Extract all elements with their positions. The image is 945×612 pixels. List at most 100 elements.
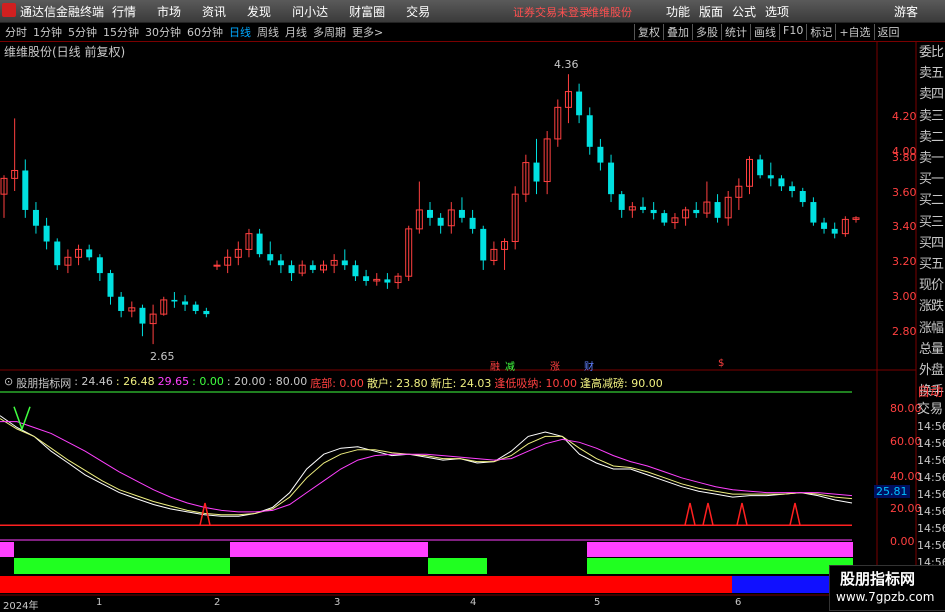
menu-function[interactable]: 功能 <box>666 3 690 20</box>
menu-ask[interactable]: 问小达 <box>292 3 328 20</box>
period-tab[interactable]: 周线 <box>254 24 282 40</box>
menu-options[interactable]: 选项 <box>765 3 789 20</box>
period-tab[interactable]: 30分钟 <box>142 24 184 40</box>
candle-body <box>831 228 838 234</box>
candle-body <box>309 265 316 270</box>
candle-body <box>511 193 519 243</box>
quote-label[interactable]: 买五 <box>917 254 945 275</box>
quote-label[interactable]: 买一 <box>917 169 945 190</box>
period-tab[interactable]: 日线 <box>226 24 254 40</box>
main-chart-title: 维维股份(日线 前复权) <box>4 45 126 59</box>
tool-watchlist-button[interactable]: +自选 <box>835 24 873 40</box>
buy-signal-spike <box>702 502 714 526</box>
candle-body <box>288 265 295 274</box>
watermark-title: 股朋指标网 <box>840 570 916 588</box>
tool-stats-button[interactable]: 统计 <box>721 24 750 40</box>
candle-body <box>352 265 359 277</box>
tool-f10-button[interactable]: F10 <box>779 24 806 40</box>
tool-multi-button[interactable]: 多股 <box>692 24 721 40</box>
event-marker-finance[interactable]: 财 <box>584 358 594 373</box>
tick-panel-header[interactable]: 交易 <box>917 401 945 418</box>
candle-body <box>149 313 157 325</box>
tick-panel-header[interactable]: 自动 <box>917 384 945 401</box>
candle-body <box>576 91 583 116</box>
period-tab[interactable]: 15分钟 <box>100 24 142 40</box>
tool-back-button[interactable]: 返回 <box>873 24 903 40</box>
current-stock-link[interactable]: 维维股份 <box>588 4 632 20</box>
y-tick: 3.00 <box>892 290 917 303</box>
candle-body <box>841 218 849 235</box>
y-tick: 4.20 <box>892 110 917 123</box>
x-axis-month: 4 <box>470 597 477 608</box>
candle-body <box>182 301 189 305</box>
candle-body <box>256 233 263 255</box>
candle-body <box>373 278 381 282</box>
y-tick: 2.80 <box>892 325 917 338</box>
indicator-value: : 0.00 <box>192 375 224 388</box>
candle-body <box>821 222 828 229</box>
period-tab[interactable]: 多周期 <box>310 24 349 40</box>
candle-body <box>128 307 136 312</box>
indicator-value: 29.65 <box>157 375 190 388</box>
period-tab[interactable]: 更多> <box>349 24 386 40</box>
menu-wealth[interactable]: 财富圈 <box>349 3 385 20</box>
period-toolbar: 分时 1分钟 5分钟 15分钟 30分钟 60分钟 日线 周线 月线 多周期 更… <box>0 23 945 42</box>
tool-overlay-button[interactable]: 叠加 <box>663 24 692 40</box>
candle-body <box>757 159 764 176</box>
indicator-toggle-icon[interactable]: ⊙ <box>4 375 13 391</box>
candle-body <box>224 256 232 266</box>
candle-body <box>628 206 636 211</box>
menu-layout[interactable]: 版面 <box>699 3 723 20</box>
chart-area[interactable] <box>0 0 945 609</box>
menu-trade[interactable]: 交易 <box>406 3 430 20</box>
period-tab[interactable]: 分时 <box>2 24 30 40</box>
quote-label[interactable]: 委比 <box>917 42 945 63</box>
signal-bar <box>14 558 230 574</box>
quote-label[interactable]: 外盘 <box>917 360 945 381</box>
menu-formula[interactable]: 公式 <box>732 3 756 20</box>
period-tab[interactable]: 5分钟 <box>65 24 100 40</box>
period-tab[interactable]: 月线 <box>282 24 310 40</box>
candle-body <box>735 185 743 198</box>
menu-discover[interactable]: 发现 <box>247 3 271 20</box>
candle-body <box>564 91 572 108</box>
event-marker-reduce[interactable]: 减 <box>505 358 515 373</box>
tool-draw-button[interactable]: 画线 <box>750 24 779 40</box>
candle-body <box>298 264 306 274</box>
event-marker-dividend[interactable]: $ <box>718 358 724 369</box>
quote-label[interactable]: 卖二 <box>917 127 945 148</box>
candle-body <box>86 249 93 258</box>
quote-label[interactable]: 买二 <box>917 190 945 211</box>
guest-user[interactable]: 游客 <box>894 3 918 20</box>
indicator-name[interactable]: 股朋指标网 <box>16 375 71 391</box>
quote-label[interactable]: 买三 <box>917 212 945 233</box>
quote-label[interactable]: 总量 <box>917 339 945 360</box>
quote-label[interactable]: 卖五 <box>917 63 945 84</box>
candle-body <box>789 186 796 192</box>
quote-label[interactable]: 卖四 <box>917 84 945 105</box>
tool-adjust-button[interactable]: 复权 <box>634 24 663 40</box>
event-marker-margin[interactable]: 融 <box>490 358 500 373</box>
period-tab[interactable]: 60分钟 <box>184 24 226 40</box>
x-axis-month: 5 <box>594 597 601 608</box>
watermark: 股朋指标网 www.7gpzb.com <box>829 565 945 611</box>
quote-label[interactable]: 卖三 <box>917 106 945 127</box>
menu-news[interactable]: 资讯 <box>202 3 226 20</box>
indicator-value: 散户: 23.80 <box>366 377 428 390</box>
candle-body <box>320 264 327 271</box>
quote-label[interactable]: 现价 <box>917 275 945 296</box>
quote-label[interactable]: 卖一 <box>917 148 945 169</box>
quote-label[interactable]: 涨幅 <box>917 318 945 339</box>
tick-panel: 自动 交易 14:56 14:56 14:56 14:56 14:56 14:5… <box>917 384 945 571</box>
login-notice[interactable]: 证券交易未登录 <box>513 4 590 20</box>
quote-label[interactable]: 涨跌 <box>917 296 945 317</box>
menu-market[interactable]: 市场 <box>157 3 181 20</box>
y-tick: 3.20 <box>892 255 917 268</box>
period-tab[interactable]: 1分钟 <box>30 24 65 40</box>
candle-body <box>427 209 433 218</box>
candle-body <box>661 213 668 223</box>
event-marker-limit[interactable]: 涨 <box>550 358 560 373</box>
quote-label[interactable]: 买四 <box>917 233 945 254</box>
menu-quotes[interactable]: 行情 <box>112 3 136 20</box>
tool-mark-button[interactable]: 标记 <box>806 24 835 40</box>
